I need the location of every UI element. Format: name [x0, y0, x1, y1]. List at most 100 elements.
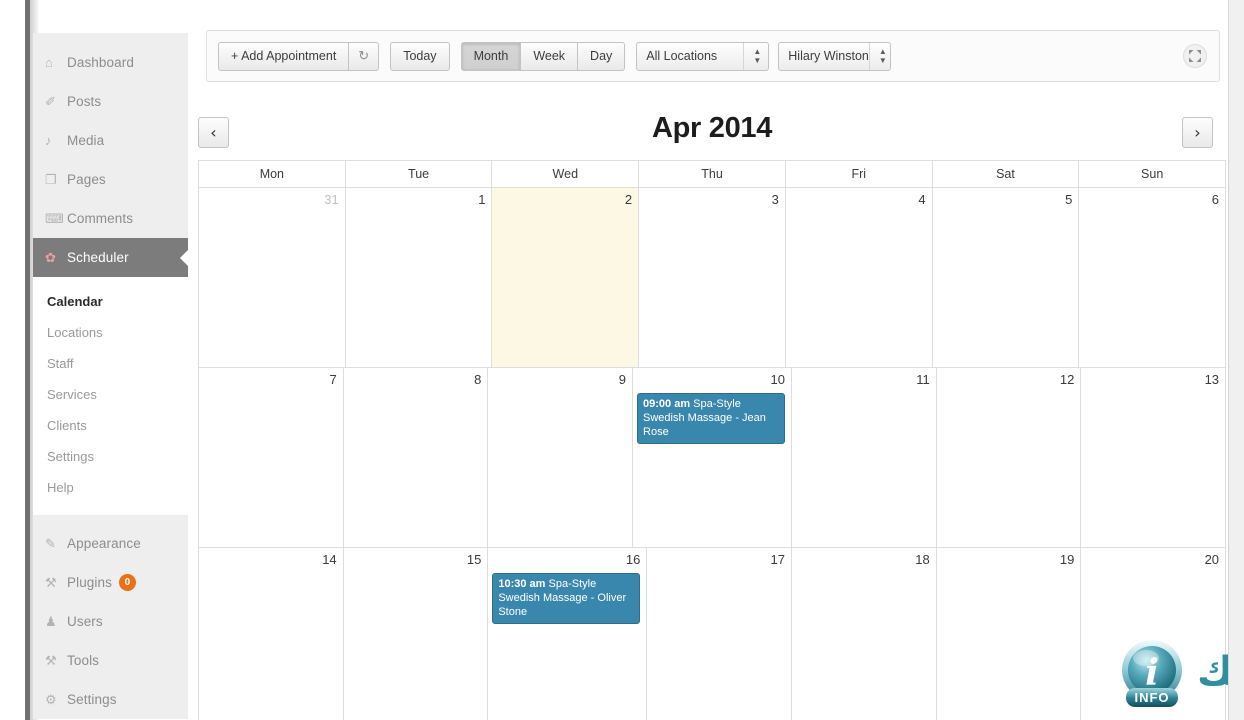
sidebar-item-tools[interactable]: ⚒ Tools	[33, 641, 188, 680]
calendar-day-cell[interactable]: 3	[639, 188, 786, 368]
sidebar-item-label: Posts	[67, 94, 102, 109]
submenu-item-clients[interactable]: Clients	[33, 410, 188, 441]
calendar-day-cell[interactable]: 16 10:30 am Spa-Style Swedish Massage - O…	[488, 548, 648, 720]
day-header-tue: Tue	[345, 161, 493, 188]
day-header-mon: Mon	[199, 161, 346, 188]
view-button-month[interactable]: Month	[460, 41, 522, 71]
chevron-updown-icon: ▲ ▼	[868, 42, 894, 70]
calendar-day-cell[interactable]: 31	[199, 188, 346, 368]
sidebar-item-plugins[interactable]: ⚒ Plugins 0	[33, 563, 188, 602]
sidebar-item-comments[interactable]: ⌨ Comments	[33, 199, 188, 238]
calendar-toolbar: + Add Appointment ↻ Today Month Week Day A…	[206, 30, 1220, 82]
calendar-day-cell[interactable]: 20	[1081, 548, 1227, 720]
day-number: 18	[915, 552, 930, 567]
appointment-event[interactable]: 10:30 am Spa-Style Swedish Massage - Oli…	[492, 573, 641, 624]
next-month-button[interactable]: ›	[1182, 117, 1213, 148]
day-number: 16	[625, 552, 641, 567]
plug-icon: ⚒	[45, 575, 57, 590]
day-number: 2	[624, 192, 633, 207]
appointment-event[interactable]: 09:00 am Spa-Style Swedish Massage - Jea…	[637, 393, 786, 444]
day-header-fri: Fri	[785, 161, 933, 188]
calendar-day-cell[interactable]: 9	[488, 368, 634, 548]
brush-icon: ✎	[45, 536, 56, 551]
day-header-wed: Wed	[492, 161, 640, 188]
day-number: 13	[1204, 372, 1220, 387]
day-number: 9	[618, 372, 627, 387]
day-number: 11	[916, 372, 930, 387]
day-header-row: Mon Tue Wed Thu Fri Sat Sun	[199, 161, 1227, 188]
submenu-item-services[interactable]: Services	[33, 379, 188, 410]
gear-icon: ⚙	[45, 692, 57, 707]
day-number: 4	[918, 192, 926, 207]
scheduler-icon: ✿	[45, 250, 56, 265]
calendar-weeks: 31 1 2 3 4 5 6 7 8 9 10 09:00 am Spa-Style Swedish …	[199, 188, 1227, 720]
sidebar-item-label: Plugins	[67, 575, 112, 590]
calendar-day-cell[interactable]: 4	[785, 188, 933, 368]
sidebar-item-label: Dashboard	[67, 55, 134, 70]
view-button-day[interactable]: Day	[578, 41, 626, 71]
calendar-day-cell[interactable]: 13	[1081, 368, 1227, 548]
day-number: 31	[324, 192, 339, 207]
calendar-day-cell[interactable]: 2	[492, 188, 640, 368]
day-number: 20	[1204, 552, 1220, 567]
day-header-sun: Sun	[1079, 161, 1227, 188]
calendar-title: Apr 2014	[651, 112, 773, 144]
day-number: 17	[770, 552, 786, 567]
calendar-day-cell[interactable]: 14	[199, 548, 344, 720]
sidebar-item-label: Scheduler	[67, 250, 129, 265]
event-time: 10:30 am	[498, 578, 546, 590]
refresh-icon[interactable]: ↻	[349, 41, 380, 71]
sidebar-item-label: Appearance	[67, 536, 141, 551]
sidebar-item-scheduler[interactable]: ✿ Scheduler	[33, 238, 189, 277]
comment-icon: ⌨	[45, 211, 64, 226]
day-header-sat: Sat	[932, 161, 1080, 188]
calendar-day-cell[interactable]: 7	[199, 368, 344, 548]
calendar-day-cell[interactable]: 19	[936, 548, 1082, 720]
day-number: 10	[770, 372, 786, 387]
location-select-value: All Locations	[646, 49, 718, 63]
calendar-day-cell[interactable]: 12	[936, 368, 1082, 548]
sidebar-item-label: Pages	[67, 172, 106, 187]
add-appointment-button[interactable]: + Add Appointment	[218, 41, 350, 71]
day-number: 8	[474, 372, 482, 387]
calendar-week-row: 14 15 16 10:30 am Spa-Style Swedish Massage…	[199, 548, 1227, 720]
calendar-day-cell[interactable]: 10 09:00 am Spa-Style Swedish Massage - J…	[633, 368, 793, 548]
staff-select[interactable]: Hilary Winston ▲ ▼	[778, 41, 894, 71]
calendar-day-cell[interactable]: 18	[792, 548, 937, 720]
main-content: + Add Appointment ↻ Today Month Week Day A…	[188, 0, 1244, 720]
sidebar-item-posts[interactable]: ✐ Posts	[33, 82, 188, 121]
submenu-item-settings[interactable]: Settings	[33, 441, 188, 472]
day-number: 7	[329, 372, 337, 387]
location-select[interactable]: All Locations ▲ ▼	[636, 41, 770, 71]
sidebar-item-label: Comments	[67, 211, 134, 226]
day-number: 5	[1065, 192, 1073, 207]
calendar-day-cell[interactable]: 11	[792, 368, 937, 548]
day-number: 15	[466, 552, 482, 567]
calendar-week-row: 7 8 9 10 09:00 am Spa-Style Swedish Massage …	[199, 368, 1227, 548]
sidebar-item-users[interactable]: ♟ Users	[33, 602, 188, 641]
right-scrollbar-rail[interactable]	[1228, 0, 1244, 720]
add-appointment-group: + Add Appointment ↻	[218, 41, 380, 71]
expand-arrows-icon[interactable]	[1183, 44, 1207, 68]
sidebar-item-dashboard[interactable]: ⌂ Dashboard	[33, 43, 188, 82]
submenu-item-calendar[interactable]: Calendar	[33, 286, 188, 317]
view-button-week[interactable]: Week	[521, 41, 579, 71]
today-button[interactable]: Today	[390, 41, 450, 71]
calendar-day-cell[interactable]: 17	[647, 548, 793, 720]
sidebar-item-appearance[interactable]: ✎ Appearance	[33, 524, 188, 563]
calendar-day-cell[interactable]: 5	[932, 188, 1080, 368]
sidebar-item-settings[interactable]: ⚙ Settings	[33, 680, 188, 719]
event-time: 09:00 am	[643, 398, 691, 410]
calendar-day-cell[interactable]: 15	[343, 548, 489, 720]
day-number: 6	[1211, 192, 1220, 207]
submenu-item-help[interactable]: Help	[33, 472, 188, 503]
calendar-grid: Mon Tue Wed Thu Fri Sat Sun 31 1 2 3 4 5 6 7 8 9 10 09:00…	[198, 160, 1227, 720]
dashboard-icon: ⌂	[45, 55, 53, 70]
calendar-day-cell[interactable]: 1	[345, 188, 493, 368]
submenu-item-staff[interactable]: Staff	[33, 348, 188, 379]
submenu-item-locations[interactable]: Locations	[33, 317, 188, 348]
calendar-day-cell[interactable]: 6	[1079, 188, 1227, 368]
sidebar-item-media[interactable]: ♪ Media	[33, 121, 188, 160]
sidebar-item-pages[interactable]: ❐ Pages	[33, 160, 188, 199]
calendar-day-cell[interactable]: 8	[343, 368, 489, 548]
